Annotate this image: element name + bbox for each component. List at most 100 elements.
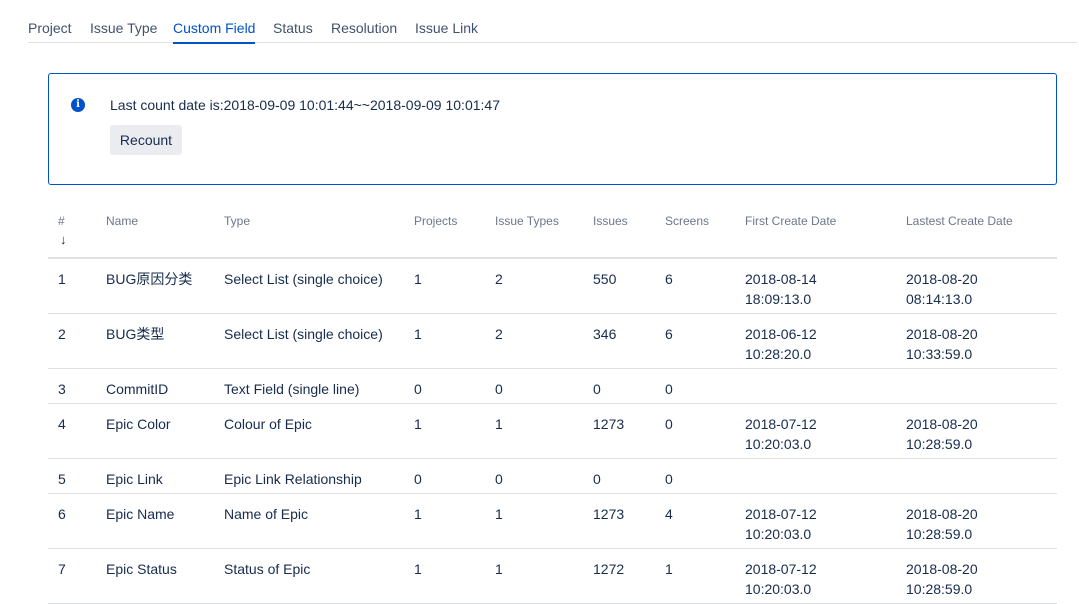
time-value: 08:14:13.0 [906,291,973,307]
column-header-issues[interactable]: Issues [593,204,665,259]
cell-issues: 550 [593,258,665,314]
tab-issue-type[interactable]: Issue Type [90,20,157,36]
date-value: 2018-06-12 [745,325,817,342]
time-value: 10:28:59.0 [906,525,973,542]
recount-button[interactable]: Recount [110,125,182,155]
cell-first-create-date: 2018-07-12 10:20:03.0 [745,493,906,549]
cell-name: Epic Link [106,458,224,494]
cell-screens: 0 [665,403,745,459]
tab-status[interactable]: Status [273,20,313,36]
cell-number: 3 [48,368,106,404]
cell-latest-create-date: 2018-08-20 10:28:59.0 [906,403,1057,459]
cell-type: Epic Link Relationship [224,458,414,494]
cell-projects: 0 [414,458,495,494]
date-value: 2018-08-14 [745,271,817,287]
column-header-type[interactable]: Type [224,204,414,259]
time-value: 10:20:03.0 [745,580,812,597]
column-header-name[interactable]: Name [106,204,224,259]
cell-latest-create-date [906,368,1057,404]
date-value: 2018-07-12 [745,505,817,522]
cell-name: Epic Name [106,493,224,549]
table-row: 1 BUG原因分类 Select List (single choice) 1 … [48,258,1057,314]
time-value: 10:20:03.0 [745,435,812,452]
cell-issues: 0 [593,458,665,494]
cell-number: 1 [48,258,106,314]
cell-projects: 1 [414,403,495,459]
cell-projects: 1 [414,548,495,604]
table-row: 7 Epic Status Status of Epic 1 1 1272 1 … [48,548,1057,604]
column-header-screens[interactable]: Screens [665,204,745,259]
tab-issue-link[interactable]: Issue Link [415,20,478,36]
cell-issues: 1273 [593,493,665,549]
cell-first-create-date: 2018-07-12 10:20:03.0 [745,548,906,604]
tab-resolution[interactable]: Resolution [331,20,397,36]
table-header-row: # ↓ Name Type Projects Issue Types Issue… [48,204,1057,259]
cell-screens: 0 [665,368,745,404]
cell-issue-types: 2 [495,313,593,369]
date-value: 2018-08-20 [906,325,978,342]
cell-issues: 1272 [593,548,665,604]
time-value: 10:28:20.0 [745,345,812,362]
cell-name: BUG类型 [106,313,224,369]
cell-number: 4 [48,403,106,459]
date-value: 2018-08-20 [906,560,978,577]
time-value: 10:28:59.0 [906,435,973,452]
date-value: 2018-08-20 [906,415,978,432]
cell-screens: 4 [665,493,745,549]
cell-latest-create-date [906,458,1057,494]
cell-type: Name of Epic [224,493,414,549]
cell-name: Epic Status [106,548,224,604]
cell-type: Text Field (single line) [224,368,414,404]
tab-custom-field[interactable]: Custom Field [173,20,256,44]
cell-issue-types: 2 [495,258,593,314]
cell-screens: 6 [665,313,745,369]
date-value: 2018-08-20 [906,505,978,522]
cell-number: 6 [48,493,106,549]
cell-name: CommitID [106,368,224,404]
cell-number: 2 [48,313,106,369]
cell-type: Status of Epic [224,548,414,604]
cell-projects: 1 [414,493,495,549]
cell-type: Select List (single choice) [224,258,414,314]
info-icon: i [71,98,85,112]
column-header-projects[interactable]: Projects [414,204,495,259]
cell-first-create-date: 2018-08-14 18:09:13.0 [745,258,906,314]
cell-projects: 0 [414,368,495,404]
cell-screens: 1 [665,548,745,604]
cell-projects: 1 [414,313,495,369]
last-count-date-text: Last count date is:2018-09-09 10:01:44~~… [110,97,500,113]
cell-type: Colour of Epic [224,403,414,459]
column-header-latest-create-date[interactable]: Lastest Create Date [906,204,1057,259]
column-header-issue-types[interactable]: Issue Types [495,204,593,259]
cell-latest-create-date: 2018-08-20 10:28:59.0 [906,548,1057,604]
cell-first-create-date [745,458,906,494]
table-row: 5 Epic Link Epic Link Relationship 0 0 0… [48,458,1057,494]
table-row: 4 Epic Color Colour of Epic 1 1 1273 0 2… [48,403,1057,459]
date-value: 2018-08-20 [906,271,978,287]
cell-issue-types: 1 [495,493,593,549]
cell-issue-types: 0 [495,458,593,494]
column-header-label: # [58,214,65,228]
table-row: 6 Epic Name Name of Epic 1 1 1273 4 2018… [48,493,1057,549]
custom-field-table: # ↓ Name Type Projects Issue Types Issue… [48,204,1057,604]
cell-number: 7 [48,548,106,604]
sort-down-arrow-icon[interactable]: ↓ [58,232,106,247]
cell-name: BUG原因分类 [106,258,224,314]
cell-first-create-date: 2018-06-12 10:28:20.0 [745,313,906,369]
cell-screens: 0 [665,458,745,494]
column-header-number[interactable]: # ↓ [48,204,106,259]
cell-name: Epic Color [106,403,224,459]
tab-project[interactable]: Project [28,20,72,36]
cell-latest-create-date: 2018-08-20 10:33:59.0 [906,313,1057,369]
cell-latest-create-date: 2018-08-20 10:28:59.0 [906,493,1057,549]
tab-bar: Project Issue Type Custom Field Status R… [28,0,1077,44]
time-value: 10:28:59.0 [906,580,973,597]
date-value: 2018-07-12 [745,560,817,577]
info-message-panel: i Last count date is:2018-09-09 10:01:44… [48,73,1057,185]
cell-issue-types: 0 [495,368,593,404]
cell-first-create-date [745,368,906,404]
cell-issues: 1273 [593,403,665,459]
column-header-first-create-date[interactable]: First Create Date [745,204,906,259]
time-value: 10:20:03.0 [745,525,812,542]
date-value: 2018-07-12 [745,415,817,432]
